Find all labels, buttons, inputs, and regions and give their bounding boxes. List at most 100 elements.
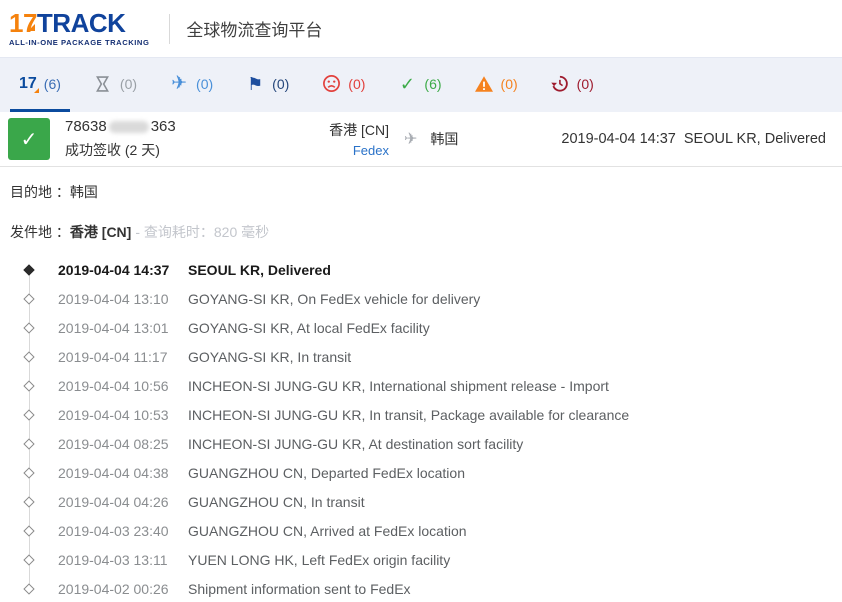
tab-all[interactable]: 17 (6) (10, 58, 70, 112)
tracking-timeline: 2019-04-04 14:37 SEOUL KR, Delivered 201… (0, 255, 842, 602)
timeline-event: GOYANG-SI KR, In transit (188, 349, 351, 365)
logo-wedge-icon (28, 24, 35, 31)
timeline-time: 2019-04-03 13:11 (58, 552, 188, 568)
timeline-diamond-icon (23, 496, 34, 507)
timeline-time: 2019-04-04 04:26 (58, 494, 188, 510)
timeline-diamond-icon (23, 264, 34, 275)
latest-event-desc: SEOUL KR, Delivered (684, 131, 826, 147)
timeline-marker-cell (0, 411, 58, 419)
tab-undelivered[interactable]: (0) (312, 58, 374, 112)
timeline-event: INCHEON-SI JUNG-GU KR, International shi… (188, 378, 609, 394)
timeline-diamond-icon (23, 554, 34, 565)
logo-17-text: 17 (9, 8, 37, 38)
route-plane-icon: ✈ (404, 129, 417, 149)
timeline-row: 2019-04-04 13:10 GOYANG-SI KR, On FedEx … (0, 284, 842, 313)
timeline-time: 2019-04-04 11:17 (58, 349, 188, 365)
header: 17TRACK ALL-IN-ONE PACKAGE TRACKING 全球物流… (0, 0, 842, 57)
timeline-event: SEOUL KR, Delivered (188, 262, 331, 278)
timeline-diamond-icon (23, 293, 34, 304)
timeline-event: GUANGZHOU CN, In transit (188, 494, 365, 510)
timeline-event: Shipment information sent to FedEx (188, 581, 411, 597)
delivery-status-text: 成功签收 (2 天) (65, 140, 297, 160)
tab-alert[interactable]: (0) (465, 58, 527, 112)
tab-not-found[interactable]: (0) (84, 58, 146, 112)
timeline-diamond-icon (23, 380, 34, 391)
delivered-check-icon: ✓ (8, 118, 50, 160)
brand-logo-text: 17TRACK (9, 10, 149, 36)
timeline-marker-cell (0, 469, 58, 477)
timeline-diamond-icon (23, 322, 34, 333)
hourglass-icon (93, 74, 113, 94)
timeline-marker-cell (0, 382, 58, 390)
timeline-event: GUANGZHOU CN, Arrived at FedEx location (188, 523, 467, 539)
origin-line: 发件地 ：香港 [CN]- 查询耗时：820 毫秒 (0, 222, 842, 242)
header-divider (169, 14, 170, 44)
page-title: 全球物流查询平台 (186, 16, 322, 41)
query-time: - 查询耗时：820 毫秒 (135, 224, 269, 240)
timeline-row: 2019-04-04 04:38 GUANGZHOU CN, Departed … (0, 458, 842, 487)
logo-track-text: TRACK (37, 8, 126, 38)
timeline-row: 2019-04-04 13:01 GOYANG-SI KR, At local … (0, 313, 842, 342)
timeline-time: 2019-04-04 14:37 (58, 262, 188, 278)
plane-icon: ✈ (169, 74, 189, 94)
timeline-marker-cell (0, 324, 58, 332)
timeline-event: INCHEON-SI JUNG-GU KR, At destination so… (188, 436, 523, 452)
timeline-time: 2019-04-04 04:38 (58, 465, 188, 481)
timeline-diamond-icon (23, 467, 34, 478)
timeline-marker-cell (0, 440, 58, 448)
timeline-row: 2019-04-04 10:53 INCHEON-SI JUNG-GU KR, … (0, 400, 842, 429)
tab-in-transit[interactable]: ✈ (0) (160, 58, 222, 112)
destination-place: 韩国 (430, 129, 458, 149)
timeline-row: 2019-04-04 14:37 SEOUL KR, Delivered (0, 255, 842, 284)
tab-undelivered-count: (0) (348, 76, 365, 92)
tab-in-transit-count: (0) (196, 76, 213, 92)
timeline-diamond-icon (23, 525, 34, 536)
timeline-marker-cell (0, 585, 58, 593)
tab-delivered-count: (6) (424, 76, 441, 92)
tab-delivered[interactable]: ✓ (6) (388, 58, 450, 112)
timeline-time: 2019-04-04 10:56 (58, 378, 188, 394)
timeline-time: 2019-04-02 00:26 (58, 581, 188, 597)
timeline-marker-cell (0, 498, 58, 506)
origin-place: 香港 [CN] (329, 120, 389, 140)
package-summary-row[interactable]: ✓ 78638363 成功签收 (2 天) 香港 [CN] Fedex ✈ 韩国… (0, 112, 842, 167)
destination-value: 韩国 (70, 184, 98, 200)
timeline-row: 2019-04-02 00:26 Shipment information se… (0, 574, 842, 602)
timeline-marker-cell (0, 527, 58, 535)
tab-all-count: (6) (44, 76, 61, 92)
timeline-row: 2019-04-04 11:17 GOYANG-SI KR, In transi… (0, 342, 842, 371)
tracking-number: 78638363 (65, 118, 297, 135)
tab-alert-count: (0) (501, 76, 518, 92)
timeline-row: 2019-04-04 04:26 GUANGZHOU CN, In transi… (0, 487, 842, 516)
destination-line: 目的地 ：韩国 (0, 182, 842, 202)
timeline-event: YUEN LONG HK, Left FedEx origin facility (188, 552, 450, 568)
tab-expired[interactable]: (0) (541, 58, 603, 112)
tab-pick-up[interactable]: ⚑ (0) (236, 58, 298, 112)
masked-digits (109, 121, 149, 133)
timeline-time: 2019-04-03 23:40 (58, 523, 188, 539)
carrier-link[interactable]: Fedex (353, 143, 389, 158)
timeline-diamond-icon (23, 409, 34, 420)
latest-event-time: 2019-04-04 14:37 (561, 131, 676, 147)
latest-event-summary: 2019-04-04 14:37 SEOUL KR, Delivered (561, 131, 832, 147)
history-icon (550, 74, 570, 94)
timeline-event: GOYANG-SI KR, On FedEx vehicle for deliv… (188, 291, 480, 307)
timeline-diamond-icon (23, 351, 34, 362)
origin-value: 香港 [CN] (70, 224, 131, 240)
timeline-marker-cell (0, 295, 58, 303)
timeline-time: 2019-04-04 13:10 (58, 291, 188, 307)
timeline-marker-cell (0, 353, 58, 361)
logo-17-icon: 17 (19, 74, 37, 94)
tab-pick-up-count: (0) (272, 76, 289, 92)
timeline-time: 2019-04-04 13:01 (58, 320, 188, 336)
timeline-row: 2019-04-04 10:56 INCHEON-SI JUNG-GU KR, … (0, 371, 842, 400)
timeline-diamond-icon (23, 438, 34, 449)
tab-expired-count: (0) (577, 76, 594, 92)
timeline-row: 2019-04-03 23:40 GUANGZHOU CN, Arrived a… (0, 516, 842, 545)
timeline-diamond-icon (23, 583, 34, 594)
timeline-marker-cell (0, 556, 58, 564)
origin-block: 香港 [CN] Fedex (297, 120, 389, 158)
timeline-marker-cell (0, 266, 58, 274)
timeline-row: 2019-04-04 08:25 INCHEON-SI JUNG-GU KR, … (0, 429, 842, 458)
brand-logo[interactable]: 17TRACK ALL-IN-ONE PACKAGE TRACKING (9, 10, 149, 47)
